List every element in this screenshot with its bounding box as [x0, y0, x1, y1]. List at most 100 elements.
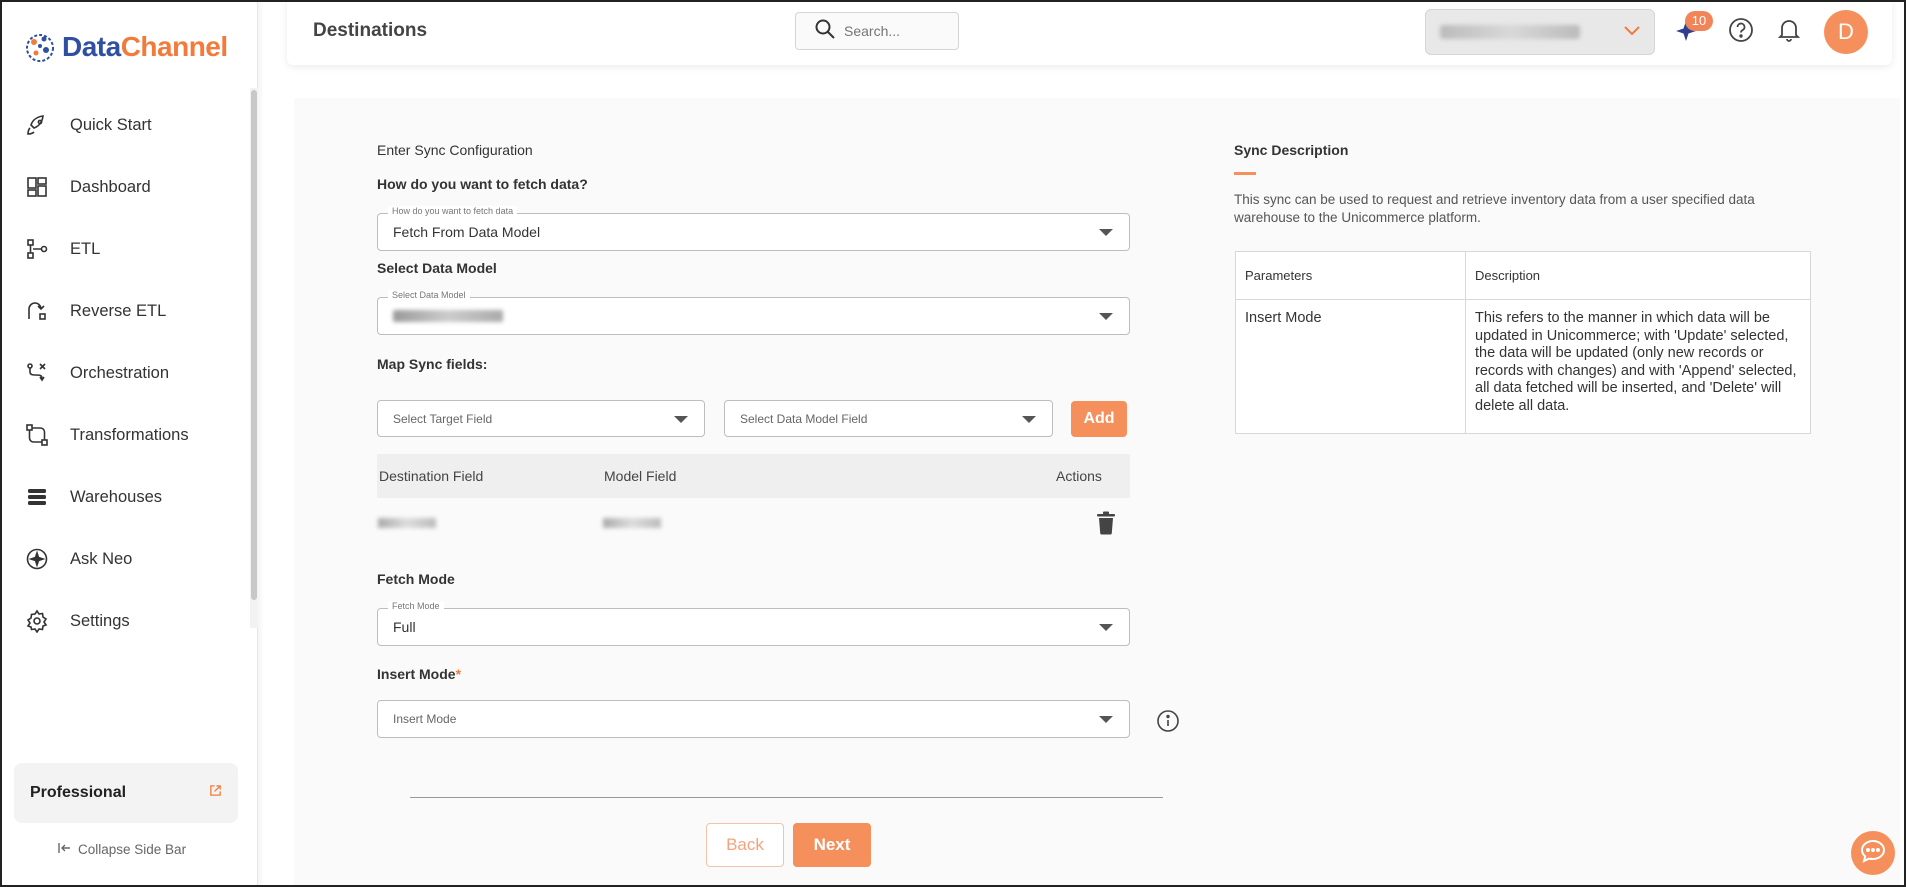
model-field-select[interactable]: Select Data Model Field [724, 400, 1053, 437]
insert-mode-label-text: Insert Mode [377, 666, 456, 682]
fetch-mode-select[interactable]: Fetch Mode Full [377, 601, 1130, 646]
notification-count-badge: 10 [1685, 11, 1713, 31]
sidebar-item-label: Transformations [70, 425, 189, 444]
fetch-method-floating-label: How do you want to fetch data [388, 206, 518, 216]
rocket-icon [24, 112, 50, 138]
model-field-value-redacted [603, 518, 661, 528]
table-row: Insert Mode This refers to the manner in… [1235, 299, 1811, 434]
gear-icon [24, 608, 50, 634]
logo-icon [26, 34, 54, 62]
sidebar-item-label: Orchestration [70, 363, 170, 382]
parameter-description: This refers to the manner in which data … [1465, 299, 1811, 434]
account-selector[interactable] [1425, 9, 1655, 55]
warehouses-icon [24, 484, 50, 510]
fetch-mode-value: Full [393, 619, 416, 635]
search-icon [814, 18, 836, 45]
sidebar-item-etl[interactable]: ETL [0, 218, 250, 280]
reverse-etl-icon [24, 298, 50, 324]
parameters-header: Parameters [1235, 251, 1466, 300]
destination-field-column: Destination Field [379, 468, 484, 484]
data-model-select[interactable]: Select Data Model [377, 290, 1130, 335]
sync-description-text: This sync can be used to request and ret… [1234, 192, 1755, 225]
collapse-sidebar-button[interactable]: Collapse Side Bar [58, 842, 186, 857]
sidebar-item-label: ETL [70, 239, 101, 258]
trash-icon[interactable] [1096, 511, 1116, 540]
sidebar-item-label: Warehouses [70, 487, 163, 506]
required-marker: * [455, 666, 462, 682]
orchestration-icon [24, 360, 50, 386]
fetch-mode-floating-label: Fetch Mode [388, 601, 444, 611]
parameters-table: Parameters Description Insert Mode This … [1235, 251, 1811, 434]
description-header: Description [1465, 251, 1811, 300]
data-model-label: Select Data Model [377, 260, 497, 276]
dashboard-icon [24, 174, 50, 200]
bell-icon[interactable] [1777, 17, 1801, 48]
caret-down-icon [1099, 229, 1113, 236]
add-mapping-button[interactable]: Add [1071, 401, 1127, 437]
chevron-down-icon [1624, 23, 1640, 41]
title-accent-bar [1234, 172, 1256, 175]
sidebar-item-label: Quick Start [70, 115, 152, 134]
caret-down-icon [1022, 416, 1036, 423]
sidebar-item-label: Dashboard [70, 177, 151, 196]
sidebar: DataChannel Quick Start Dashboard ETL Re… [0, 0, 258, 887]
logo-text-channel: Channel [120, 31, 228, 62]
etl-icon [24, 236, 50, 262]
sidebar-item-label: Settings [70, 611, 130, 630]
fetch-question-label: How do you want to fetch data? [377, 176, 588, 192]
actions-column: Actions [1056, 468, 1102, 484]
plan-card[interactable]: Professional [14, 763, 238, 823]
table-row [377, 504, 1130, 542]
sidebar-item-label: Ask Neo [70, 549, 133, 568]
collapse-icon [58, 842, 72, 857]
section-title: Enter Sync Configuration [377, 142, 533, 158]
parameter-name: Insert Mode [1235, 299, 1466, 434]
caret-down-icon [674, 416, 688, 423]
caret-down-icon [1099, 624, 1113, 631]
back-button[interactable]: Back [706, 823, 784, 867]
caret-down-icon [1099, 313, 1113, 320]
collapse-label: Collapse Side Bar [78, 842, 187, 857]
divider [410, 797, 1163, 798]
fetch-mode-label: Fetch Mode [377, 571, 455, 587]
insert-mode-select[interactable]: Insert Mode [377, 700, 1130, 738]
data-model-floating-label: Select Data Model [388, 290, 470, 300]
next-button[interactable]: Next [793, 823, 871, 867]
search-input[interactable] [844, 23, 944, 39]
sidebar-scrollbar-thumb[interactable] [251, 90, 257, 600]
avatar[interactable]: D [1824, 10, 1868, 54]
destination-field-value-redacted [378, 518, 436, 528]
sidebar-item-settings[interactable]: Settings [0, 590, 250, 652]
info-icon[interactable] [1156, 709, 1180, 738]
logo-text-data: Data [62, 31, 121, 62]
sidebar-item-dashboard[interactable]: Dashboard [0, 156, 250, 218]
target-field-select[interactable]: Select Target Field [377, 400, 705, 437]
data-model-value-redacted [393, 310, 503, 322]
map-sync-label: Map Sync fields: [377, 356, 488, 372]
plan-name: Professional [30, 784, 127, 801]
sidebar-item-reverse-etl[interactable]: Reverse ETL [0, 280, 250, 342]
caret-down-icon [1099, 716, 1113, 723]
logo[interactable]: DataChannel [24, 30, 228, 64]
sidebar-item-orchestration[interactable]: Orchestration [0, 342, 250, 404]
chat-widget-button[interactable] [1851, 831, 1895, 875]
search-box[interactable] [795, 12, 959, 50]
sidebar-nav: Quick Start Dashboard ETL Reverse ETL Or… [0, 94, 250, 652]
sidebar-item-ask-neo[interactable]: Ask Neo [0, 528, 250, 590]
sidebar-item-transformations[interactable]: Transformations [0, 404, 250, 466]
logo-text: DataChannel [62, 31, 228, 63]
sync-description-title: Sync Description [1234, 142, 1349, 158]
sidebar-item-label: Reverse ETL [70, 301, 167, 320]
help-icon[interactable] [1728, 17, 1754, 48]
model-field-placeholder: Select Data Model Field [740, 411, 868, 426]
transformations-icon [24, 422, 50, 448]
insert-mode-placeholder: Insert Mode [393, 712, 457, 726]
fetch-method-select[interactable]: How do you want to fetch data Fetch From… [377, 206, 1130, 251]
account-name-redacted [1440, 25, 1580, 39]
page-title: Destinations [313, 20, 428, 41]
sidebar-item-warehouses[interactable]: Warehouses [0, 466, 250, 528]
top-header: Destinations 10 D [287, 0, 1892, 65]
fetch-method-value: Fetch From Data Model [393, 224, 541, 240]
sidebar-item-quick-start[interactable]: Quick Start [0, 94, 250, 156]
external-link-icon[interactable] [209, 784, 222, 802]
